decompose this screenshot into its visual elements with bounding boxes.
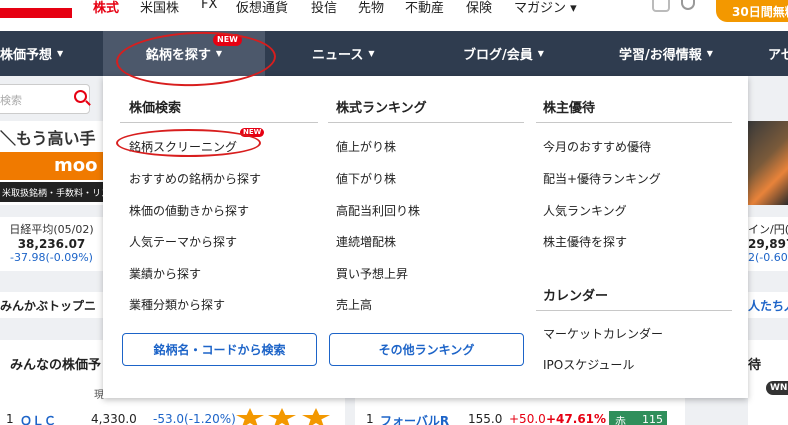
top-link-us-stocks[interactable]: 米国株 (140, 0, 179, 16)
nav-label: アセ (768, 48, 788, 63)
index-card-nikkei[interactable]: 日経平均(05/02) 38,236.07 -37.98(-0.09%) (0, 217, 103, 271)
index-change: 2(-0.60% (748, 251, 788, 264)
row-rank: 1 (366, 412, 374, 425)
link-stock-screening[interactable]: 銘柄スクリーニング (129, 138, 237, 155)
rating-number: 115 (642, 413, 663, 425)
top-link-stocks[interactable]: 株式 (93, 0, 119, 16)
free-trial-button[interactable]: 30日間無料 (716, 0, 788, 22)
link-recommended[interactable]: おすすめの銘柄から探す (129, 170, 261, 187)
row-stock-name[interactable]: フォーバルR (380, 412, 449, 425)
nav-label: 銘柄を探す (145, 48, 211, 63)
link-ipo-schedule[interactable]: IPOスケジュール (543, 356, 634, 373)
news-photo[interactable] (748, 121, 788, 205)
banner-brand: moo (0, 152, 103, 180)
nav-label: 株価予想 (0, 48, 53, 63)
banner-caption: 米取扱銘柄・手数料・リス (0, 182, 103, 202)
link-buy-forecast[interactable]: 買い予想上昇 (336, 265, 408, 282)
rating-badge: 赤 115 (609, 411, 667, 425)
link-losers[interactable]: 値下がり株 (336, 170, 396, 187)
index-card-right[interactable]: イン/円( 29,897 2(-0.60% (748, 217, 788, 271)
nav-label: ニュース (312, 48, 364, 63)
row-rank: 1 (6, 412, 14, 425)
main-nav: 株価予想 ▼ 銘柄を探す ▼ NEW ニュース ▼ ブログ/会員 ▼ 学習/お得情報 ▼ … (0, 31, 788, 76)
link-gainers[interactable]: 値上がり株 (336, 138, 396, 155)
index-value: 29,897 (748, 237, 788, 251)
divider (536, 122, 732, 123)
new-badge: NEW (240, 128, 265, 137)
site-logo[interactable] (0, 0, 72, 18)
wn-badge: WN (766, 381, 788, 395)
other-rankings-button[interactable]: その他ランキング (329, 333, 524, 366)
top-link-fx[interactable]: FX (201, 0, 217, 12)
divider (120, 122, 318, 123)
top-news-heading[interactable]: みんかぶトップニ (0, 292, 103, 318)
row-stock-name[interactable]: ＯＬＣ (20, 412, 56, 425)
top-link-real-estate[interactable]: 不動産 (405, 0, 444, 16)
row-change: -53.0(-1.20%) (153, 412, 236, 425)
search-icon[interactable] (74, 90, 87, 103)
bell-icon[interactable] (681, 0, 695, 10)
link-monthly-benefits[interactable]: 今月のおすすめ優待 (543, 138, 651, 155)
card-title: 待 (748, 358, 762, 373)
search-by-name-code-button[interactable]: 銘柄名・コードから検索 (122, 333, 317, 366)
top-header: 株式 米国株 FX 仮想通貨 投信 先物 不動産 保険 マガジン ▾ 30日間無… (0, 0, 788, 31)
link-popular-themes[interactable]: 人気テーマから探す (129, 233, 237, 250)
section-title-calendar: カレンダー (543, 289, 609, 304)
nav-learning[interactable]: 学習/お得情報 ▼ (619, 31, 713, 76)
link-dividend-benefit-ranking[interactable]: 配当+優待ランキング (543, 170, 661, 187)
nav-news[interactable]: ニュース ▼ (312, 31, 375, 76)
section-title-stock-search: 株価検索 (129, 101, 182, 116)
section-title-shareholder-benefits: 株主優待 (543, 101, 596, 116)
link-price-movement[interactable]: 株価の値動きから探す (129, 202, 249, 219)
row-price: 155.0 (468, 412, 503, 425)
caret-down-icon: ▼ (537, 49, 544, 58)
nav-label: ブログ/会員 (463, 48, 533, 63)
row-change: +50.0 (509, 412, 546, 425)
nav-label: 学習/お得情報 (619, 48, 702, 63)
caret-down-icon: ▼ (368, 49, 375, 58)
rating-tag: 赤 (615, 415, 626, 425)
link-popular-ranking[interactable]: 人気ランキング (543, 202, 627, 219)
new-badge: NEW (213, 34, 242, 46)
link-find-benefits[interactable]: 株主優待を探す (543, 233, 627, 250)
section-title-ranking: 株式ランキング (336, 101, 427, 116)
nav-find-stocks[interactable]: 銘柄を探す ▼ NEW (103, 31, 265, 76)
caret-down-icon: ▼ (706, 49, 713, 58)
row-percent: +47.61% (546, 412, 607, 425)
divider (536, 310, 732, 311)
nav-blog-members[interactable]: ブログ/会員 ▼ (463, 31, 544, 76)
nav-asset[interactable]: アセ (768, 31, 788, 76)
link-earnings[interactable]: 業績から探す (129, 265, 201, 282)
link-dividend-growth[interactable]: 連続増配株 (336, 233, 396, 250)
index-name: 日経平均(05/02) (9, 223, 94, 236)
top-link-magazine[interactable]: マガジン ▾ (514, 0, 577, 16)
link-market-calendar[interactable]: マーケットカレンダー (543, 325, 663, 342)
ad-banner[interactable]: ＼もう高い手 moo 米取扱銘柄・手数料・リス (0, 121, 103, 205)
divider (328, 122, 524, 123)
index-name: イン/円( (748, 223, 788, 236)
portfolio-icon[interactable] (652, 0, 670, 12)
banner-text: ＼もう高い手 (0, 129, 96, 148)
index-change: -37.98(-0.09%) (10, 251, 93, 264)
link-high-dividend[interactable]: 高配当利回り株 (336, 202, 420, 219)
top-link-crypto[interactable]: 仮想通貨 (236, 0, 288, 16)
link-revenue[interactable]: 売上高 (336, 296, 372, 313)
popular-heading[interactable]: 人たち人 (748, 292, 788, 318)
top-link-insurance[interactable]: 保険 (466, 0, 492, 16)
index-value: 38,236.07 (17, 237, 86, 251)
top-link-futures[interactable]: 先物 (358, 0, 384, 16)
row-price: 4,330.0 (91, 412, 137, 425)
link-industry[interactable]: 業種分類から探す (129, 296, 225, 313)
top-link-funds[interactable]: 投信 (311, 0, 337, 16)
caret-down-icon: ▼ (215, 49, 223, 58)
nav-stock-forecast[interactable]: 株価予想 ▼ (0, 31, 63, 76)
search-placeholder: 検索 (0, 94, 22, 107)
card-title: みんなの株価予 (10, 358, 102, 373)
caret-down-icon: ▼ (57, 49, 64, 58)
